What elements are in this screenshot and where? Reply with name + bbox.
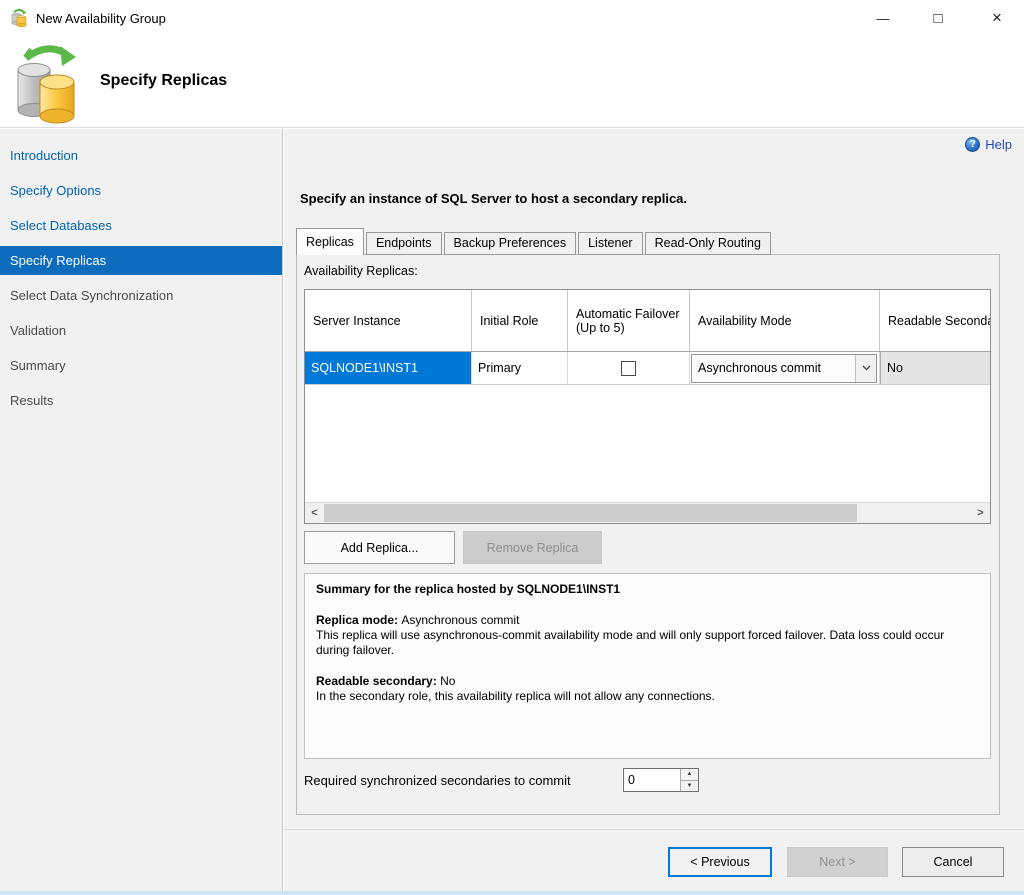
sidebar-item-specify-options[interactable]: Specify Options xyxy=(0,176,282,205)
add-replica-button[interactable]: Add Replica... xyxy=(304,531,455,564)
tab-read-only-routing[interactable]: Read-Only Routing xyxy=(645,232,771,255)
next-button: Next > xyxy=(787,847,888,877)
summary-replica-mode: Replica mode: Asynchronous commit This r… xyxy=(316,613,979,658)
sidebar-item-specify-replicas[interactable]: Specify Replicas xyxy=(0,246,282,275)
availability-mode-dropdown[interactable]: Asynchronous commit xyxy=(691,354,877,383)
footer-separator xyxy=(284,829,1024,830)
window-bottom-edge xyxy=(0,891,1024,895)
column-header-availability-mode[interactable]: Availability Mode xyxy=(690,290,880,351)
minimize-button[interactable]: — xyxy=(860,0,906,36)
wizard-page-content: ? Help Specify an instance of SQL Server… xyxy=(284,129,1024,895)
replica-mode-label: Replica mode: xyxy=(316,613,401,627)
column-header-readable-secondary[interactable]: Readable Secondary xyxy=(880,290,991,351)
cell-initial-role: Primary xyxy=(472,352,568,384)
availability-replicas-label: Availability Replicas: xyxy=(304,264,418,278)
readable-secondary-label: Readable secondary: xyxy=(316,674,440,688)
availability-replicas-grid: Server Instance Initial Role Automatic F… xyxy=(304,289,991,524)
cell-automatic-failover xyxy=(568,352,690,384)
tab-replicas[interactable]: Replicas xyxy=(296,228,364,255)
summary-title: Summary for the replica hosted by SQLNOD… xyxy=(316,582,979,597)
close-button[interactable]: × xyxy=(974,0,1020,36)
spinner-up-icon[interactable]: ▲ xyxy=(681,769,698,781)
replica-mode-value: Asynchronous commit xyxy=(401,613,519,627)
tab-endpoints[interactable]: Endpoints xyxy=(366,232,442,255)
cell-availability-mode: Asynchronous commit xyxy=(690,352,880,384)
wizard-steps-sidebar: Introduction Specify Options Select Data… xyxy=(0,129,283,895)
sidebar-item-summary: Summary xyxy=(0,351,282,380)
sidebar-item-introduction[interactable]: Introduction xyxy=(0,141,282,170)
scrollbar-thumb[interactable] xyxy=(324,504,857,522)
help-icon: ? xyxy=(965,137,980,152)
scrollbar-track[interactable] xyxy=(324,503,971,523)
grid-empty-area xyxy=(305,385,990,502)
horizontal-scrollbar[interactable]: < > xyxy=(305,502,990,523)
readable-secondary-dropdown: No xyxy=(880,352,991,384)
readable-secondary-description: In the secondary role, this availability… xyxy=(316,689,715,703)
grid-header-row: Server Instance Initial Role Automatic F… xyxy=(305,290,991,352)
summary-readable-secondary: Readable secondary: No In the secondary … xyxy=(316,674,979,704)
sidebar-item-select-data-synchronization: Select Data Synchronization xyxy=(0,281,282,310)
required-secondaries-input[interactable] xyxy=(624,769,680,791)
maximize-button[interactable]: □ xyxy=(915,0,961,36)
sidebar-item-select-databases[interactable]: Select Databases xyxy=(0,211,282,240)
required-secondaries-spinner: ▲ ▼ xyxy=(623,768,699,792)
column-header-initial-role[interactable]: Initial Role xyxy=(472,290,568,351)
availability-mode-value: Asynchronous commit xyxy=(692,355,855,382)
page-instruction: Specify an instance of SQL Server to hos… xyxy=(300,191,687,206)
column-header-server-instance[interactable]: Server Instance xyxy=(305,290,472,351)
help-label: Help xyxy=(985,137,1012,152)
previous-button[interactable]: < Previous xyxy=(668,847,772,877)
sidebar-item-results: Results xyxy=(0,386,282,415)
chevron-down-icon[interactable] xyxy=(855,355,876,382)
tab-bar: Replicas Endpoints Backup Preferences Li… xyxy=(296,228,773,255)
availability-group-large-icon xyxy=(10,40,90,124)
replica-summary-panel: Summary for the replica hosted by SQLNOD… xyxy=(304,573,991,759)
spinner-buttons: ▲ ▼ xyxy=(680,769,698,791)
cell-server-instance[interactable]: SQLNODE1\INST1 xyxy=(305,352,472,384)
tab-listener[interactable]: Listener xyxy=(578,232,642,255)
replica-mode-description: This replica will use asynchronous-commi… xyxy=(316,628,944,657)
wizard-header: Specify Replicas xyxy=(0,36,1024,128)
replicas-tab-page: Availability Replicas: Server Instance I… xyxy=(296,254,1000,815)
scroll-right-icon[interactable]: > xyxy=(971,503,990,523)
title-bar: New Availability Group — □ × xyxy=(0,0,1024,36)
availability-group-icon xyxy=(10,9,28,27)
page-title: Specify Replicas xyxy=(100,72,227,90)
automatic-failover-checkbox[interactable] xyxy=(621,361,636,376)
required-secondaries-label: Required synchronized secondaries to com… xyxy=(304,773,571,788)
sidebar-item-validation: Validation xyxy=(0,316,282,345)
new-availability-group-window: New Availability Group — □ × xyxy=(0,0,1024,895)
remove-replica-button: Remove Replica xyxy=(463,531,602,564)
tab-backup-preferences[interactable]: Backup Preferences xyxy=(444,232,577,255)
help-link[interactable]: ? Help xyxy=(965,137,1012,152)
column-header-automatic-failover[interactable]: Automatic Failover (Up to 5) xyxy=(568,290,690,351)
scroll-left-icon[interactable]: < xyxy=(305,503,324,523)
spinner-down-icon[interactable]: ▼ xyxy=(681,781,698,792)
cell-readable-secondary: No xyxy=(880,352,991,384)
table-row: SQLNODE1\INST1 Primary Asynchronous comm… xyxy=(305,352,991,385)
window-title: New Availability Group xyxy=(36,11,166,26)
readable-secondary-value: No xyxy=(440,674,455,688)
cancel-button[interactable]: Cancel xyxy=(902,847,1004,877)
